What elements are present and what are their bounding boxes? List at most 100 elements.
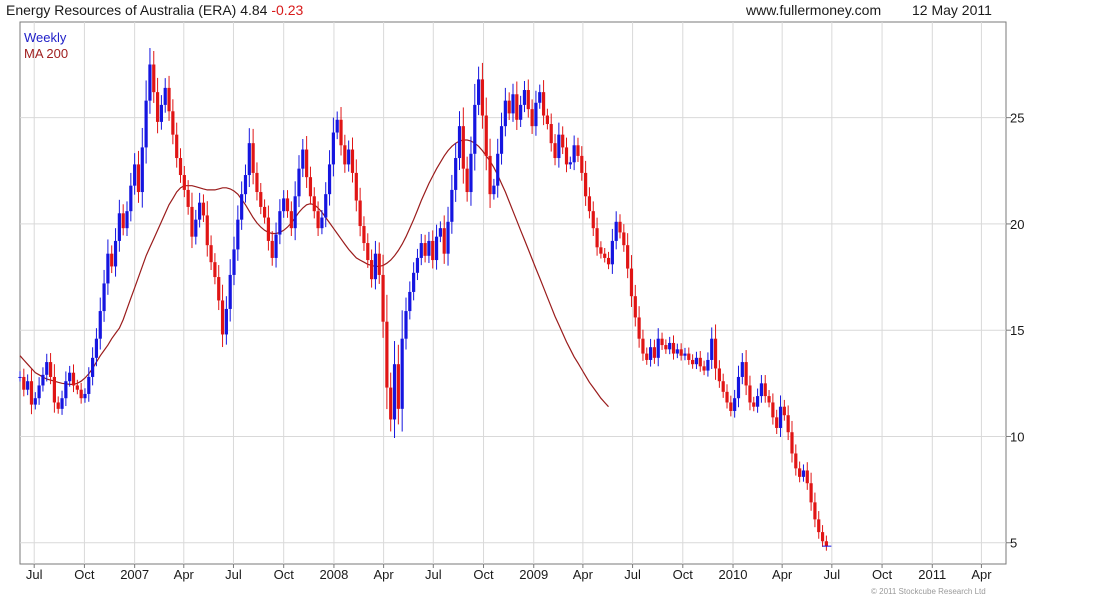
candle xyxy=(564,137,569,173)
candle xyxy=(633,284,637,327)
candle-body xyxy=(259,192,263,207)
candle xyxy=(56,396,60,414)
candle xyxy=(614,211,618,250)
candle-body xyxy=(740,362,744,377)
candle-body xyxy=(591,211,595,229)
candle-body xyxy=(236,219,240,250)
candle xyxy=(694,351,699,370)
candle-body xyxy=(744,362,748,386)
candle-series xyxy=(18,48,832,551)
candle-body xyxy=(499,126,504,154)
candle xyxy=(408,281,412,320)
candle-body xyxy=(652,347,657,358)
candle-body xyxy=(377,253,381,275)
x-tick-label: 2008 xyxy=(319,567,348,582)
candle-body xyxy=(190,206,194,237)
candle xyxy=(526,79,530,118)
candle-body xyxy=(347,149,351,165)
candle-body xyxy=(339,119,343,146)
candle xyxy=(182,166,186,198)
candle-body xyxy=(60,398,64,409)
candle xyxy=(759,375,764,403)
candle xyxy=(106,239,110,295)
candle xyxy=(660,332,664,350)
candle xyxy=(503,87,507,137)
candle-body xyxy=(412,272,416,292)
candle xyxy=(282,190,286,218)
candle-body xyxy=(721,381,725,392)
candle xyxy=(541,80,546,126)
x-tick-label: Jul xyxy=(26,567,43,582)
candle-body xyxy=(767,396,771,403)
candle-body xyxy=(247,143,251,176)
x-tick-label: Jul xyxy=(624,567,641,582)
candle xyxy=(68,365,72,387)
candle-body xyxy=(450,189,454,222)
candle-body xyxy=(809,483,813,503)
candle xyxy=(412,262,416,301)
candle xyxy=(553,134,557,166)
candle-body xyxy=(293,196,297,229)
candle-body xyxy=(163,87,167,105)
candle xyxy=(496,138,500,198)
candle-body xyxy=(373,253,378,280)
candle xyxy=(133,153,137,195)
candle-body xyxy=(52,376,56,403)
candle-body xyxy=(465,168,469,193)
candle xyxy=(534,90,538,136)
candle xyxy=(824,535,828,551)
candle-body xyxy=(538,92,542,103)
candle-body xyxy=(312,196,316,212)
candle-body xyxy=(522,90,527,105)
candle-body xyxy=(274,234,278,258)
candle xyxy=(515,81,519,130)
candle xyxy=(645,347,649,365)
x-tick-label: Jul xyxy=(824,567,841,582)
candle xyxy=(37,377,41,405)
candle-body xyxy=(205,215,209,246)
candle-body xyxy=(488,155,492,195)
candle-body xyxy=(526,90,530,110)
candle xyxy=(217,265,221,311)
candle xyxy=(572,135,576,171)
candle xyxy=(327,150,332,206)
candle xyxy=(740,353,744,385)
candle xyxy=(809,472,813,511)
candle xyxy=(385,294,389,410)
candle xyxy=(568,156,572,169)
candle xyxy=(240,181,244,230)
candle-body xyxy=(457,126,462,159)
candle xyxy=(752,396,756,412)
candle xyxy=(725,384,729,409)
candle xyxy=(243,164,248,203)
candle-body xyxy=(469,153,473,193)
candle xyxy=(362,216,366,251)
candle-body xyxy=(564,147,569,165)
candle xyxy=(427,231,431,264)
candle xyxy=(721,373,725,398)
candle xyxy=(392,341,397,439)
candle-body xyxy=(106,253,110,284)
candle xyxy=(358,187,362,237)
candle xyxy=(438,221,442,243)
candle-body xyxy=(603,253,607,258)
candle-body xyxy=(798,468,802,477)
candle xyxy=(415,248,420,281)
candle xyxy=(599,241,603,259)
y-tick-label: 15 xyxy=(1010,323,1024,338)
candle-body xyxy=(385,321,389,388)
candle-body xyxy=(801,470,806,477)
candle-body xyxy=(159,104,164,122)
candle-body xyxy=(213,262,217,278)
candle xyxy=(98,297,102,350)
candle-body xyxy=(83,393,87,399)
candle xyxy=(652,339,657,364)
candle-body xyxy=(648,347,653,360)
candle xyxy=(22,368,26,397)
candle xyxy=(64,371,68,407)
candle xyxy=(457,111,462,171)
candle xyxy=(45,353,49,382)
candle-body xyxy=(698,357,702,367)
candle xyxy=(262,199,267,224)
candle xyxy=(591,201,595,236)
